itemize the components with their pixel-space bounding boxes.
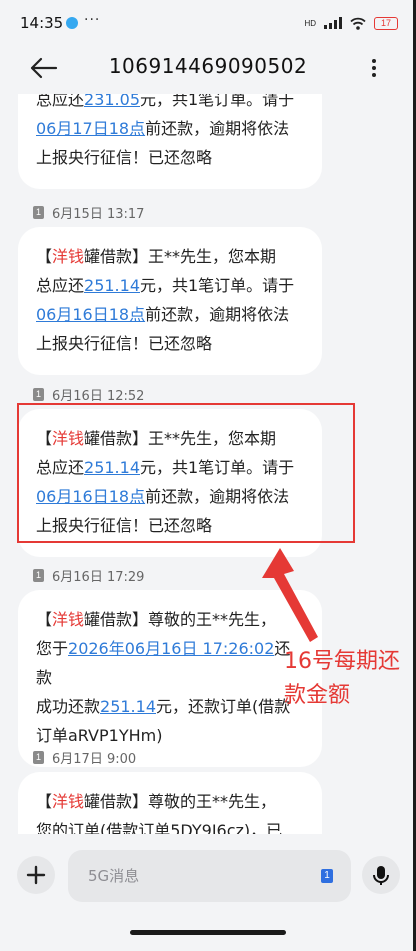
status-bar: 14:35 ··· HD 17 (0, 0, 416, 44)
message-input-placeholder: 5G消息 (88, 867, 140, 885)
signal-icon (324, 17, 342, 29)
add-attachment-button[interactable] (17, 856, 55, 894)
message-text: 罐借款】尊敬的王**先生， (84, 610, 277, 629)
conversation-header: 106914469090502 (0, 44, 416, 94)
message-text: 成功还款 (36, 697, 101, 716)
message-timestamp: 1 6月15日 13:17 (33, 203, 144, 222)
message-text: 元，共1笔订单。请于 (140, 276, 295, 295)
sim-card-icon: 1 (33, 206, 44, 219)
message-text: 【 (36, 792, 53, 811)
page-title: 106914469090502 (108, 54, 308, 78)
message-line: 上报央行征信！已还忽略 (36, 143, 304, 172)
status-time: 14:35 (20, 14, 64, 32)
brand-name: 洋钱 (52, 247, 85, 266)
message-text: 上报央行征信！已还忽略 (36, 334, 213, 353)
message-line: 06月17日18点前还款，逾期将依法 (36, 114, 304, 143)
hd-label: HD (304, 18, 316, 28)
message-text: 总应还 (36, 276, 85, 295)
timestamp-text: 6月16日 12:52 (52, 389, 145, 404)
message-line: 总应还251.14元，共1笔订单。请于 (36, 271, 304, 300)
more-notifications-icon: ··· (84, 12, 101, 28)
message-link[interactable]: 251.14 (84, 276, 140, 295)
message-text: 前还款，逾期将依法 (145, 119, 290, 138)
highlight-box (17, 403, 355, 543)
timestamp-text: 6月16日 17:29 (52, 570, 145, 585)
message-link[interactable]: 251.14 (100, 697, 156, 716)
message-line: 【洋钱罐借款】尊敬的王**先生， (36, 787, 304, 816)
message-input[interactable]: 5G消息 1 (68, 850, 351, 902)
timestamp-text: 6月15日 13:17 (52, 207, 145, 222)
message-link[interactable]: 2026年06月16日 17:26:02 (68, 639, 274, 658)
annotation-text: 16号每期还 款金额 (284, 645, 414, 713)
message-text: 前还款，逾期将依法 (145, 305, 290, 324)
home-indicator[interactable] (130, 930, 286, 935)
microphone-icon (373, 866, 389, 885)
voice-input-button[interactable] (362, 856, 400, 894)
sim-card-icon: 1 (33, 569, 44, 582)
app-notification-icon (66, 17, 78, 29)
wifi-icon (350, 17, 366, 30)
message-line: 【洋钱罐借款】王**先生，您本期 (36, 242, 304, 271)
message-line: 06月16日18点前还款，逾期将依法 (36, 300, 304, 329)
message-text: 元，还款订单(借款 (156, 697, 291, 716)
message-text: 【 (36, 610, 53, 629)
sim-select-icon[interactable]: 1 (321, 869, 333, 883)
message-line: 成功还款251.14元，还款订单(借款 (36, 692, 304, 721)
battery-icon: 17 (374, 16, 398, 30)
message-text: 订单aRVP1YHm) (36, 726, 163, 745)
message-line: 您于2026年06月16日 17:26:02还款 (36, 634, 304, 692)
message-timestamp: 1 6月16日 12:52 (33, 385, 144, 404)
brand-name: 洋钱 (52, 610, 85, 629)
message-line: 【洋钱罐借款】尊敬的王**先生， (36, 605, 304, 634)
message-timestamp: 1 6月17日 9:00 (33, 748, 136, 767)
annotation-line: 款金额 (284, 683, 351, 708)
sim-card-icon: 1 (33, 388, 44, 401)
annotation-line: 16号每期还 (284, 649, 400, 674)
message-link[interactable]: 06月17日18点 (36, 119, 145, 138)
plus-icon (26, 865, 46, 885)
message-line: 订单aRVP1YHm) (36, 721, 304, 750)
message-text: 【 (36, 247, 53, 266)
message-text: 罐借款】尊敬的王**先生， (84, 792, 277, 811)
sim-card-icon: 1 (33, 751, 44, 764)
brand-name: 洋钱 (52, 792, 85, 811)
message-bubble[interactable]: 【洋钱罐借款】尊敬的王**先生， 您于2026年06月16日 17:26:02还款… (18, 590, 322, 767)
message-text: 您于 (36, 639, 69, 658)
message-line: 上报央行征信！已还忽略 (36, 329, 304, 358)
message-link[interactable]: 06月16日18点 (36, 305, 145, 324)
message-text: 上报央行征信！已还忽略 (36, 148, 213, 167)
message-timestamp: 1 6月16日 17:29 (33, 566, 144, 585)
timestamp-text: 6月17日 9:00 (52, 752, 137, 767)
composer-bar: 5G消息 1 (0, 834, 416, 951)
message-bubble[interactable]: 【洋钱罐借款】王**先生，您本期 总应还251.14元，共1笔订单。请于 06月16… (18, 227, 322, 375)
more-options-icon[interactable] (362, 56, 386, 80)
message-text: 罐借款】王**先生，您本期 (84, 247, 277, 266)
status-icons: HD 17 (304, 15, 398, 31)
